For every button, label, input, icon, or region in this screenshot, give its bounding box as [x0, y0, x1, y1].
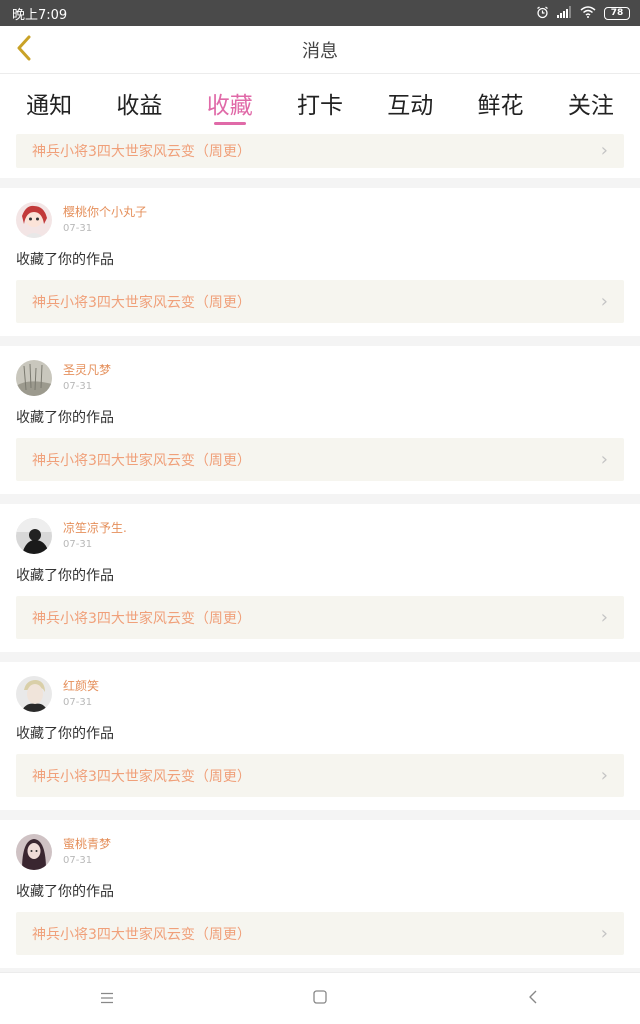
- tab-earnings[interactable]: 收益: [94, 74, 184, 120]
- list-item: 樱桃你个小丸子 07-31 收藏了你的作品 神兵小将3四大世家风云变（周更） ›: [0, 188, 640, 336]
- action-text: 收藏了你的作品: [16, 252, 114, 268]
- work-title: 神兵小将3四大世家风云变（周更）: [32, 144, 251, 160]
- back-arrow-icon: [15, 35, 33, 65]
- tab-favorites[interactable]: 收藏: [185, 74, 275, 125]
- timestamp: 07-31: [63, 539, 93, 550]
- tab-label: 互动: [387, 93, 434, 119]
- work-link[interactable]: 神兵小将3四大世家风云变（周更） ›: [16, 912, 624, 955]
- page-title: 消息: [302, 40, 338, 62]
- status-time: 晚上7:09: [12, 7, 68, 23]
- timestamp: 07-31: [63, 381, 93, 392]
- tab-label: 收藏: [206, 93, 253, 119]
- alarm-icon: [536, 6, 549, 21]
- wifi-icon: [580, 6, 596, 20]
- work-title: 神兵小将3四大世家风云变（周更）: [32, 610, 251, 627]
- tab-label: 打卡: [296, 93, 343, 119]
- list-item: 圣灵凡梦 07-31 收藏了你的作品 神兵小将3四大世家风云变（周更） ›: [0, 346, 640, 494]
- work-title: 神兵小将3四大世家风云变（周更）: [32, 768, 251, 785]
- avatar[interactable]: [16, 202, 52, 238]
- work-link[interactable]: 神兵小将3四大世家风云变（周更） ›: [16, 280, 624, 323]
- tab-bar: 通知 收益 收藏 打卡 互动 鲜花 关注: [0, 74, 640, 130]
- tab-label: 通知: [26, 93, 73, 119]
- action-text: 收藏了你的作品: [16, 884, 114, 900]
- timestamp: 07-31: [63, 223, 93, 234]
- menu-icon: [100, 989, 114, 1008]
- work-title: 神兵小将3四大世家风云变（周更）: [32, 926, 251, 943]
- list-item: 凉笙凉予生. 07-31 收藏了你的作品 神兵小将3四大世家风云变（周更） ›: [0, 504, 640, 652]
- list-item: 蜜桃青梦 07-31 收藏了你的作品 神兵小将3四大世家风云变（周更） ›: [0, 820, 640, 968]
- battery-indicator: 78: [604, 6, 630, 20]
- tab-checkin[interactable]: 打卡: [275, 74, 365, 120]
- work-link[interactable]: 神兵小将3四大世家风云变（周更） ›: [16, 438, 624, 481]
- work-link[interactable]: 神兵小将3四大世家风云变（周更） ›: [16, 754, 624, 797]
- back-button[interactable]: [8, 34, 40, 66]
- menu-button[interactable]: [77, 979, 137, 1019]
- tab-label: 关注: [567, 93, 614, 119]
- tab-flowers[interactable]: 鲜花: [456, 74, 546, 120]
- avatar[interactable]: [16, 518, 52, 554]
- chevron-right-icon: ›: [600, 290, 608, 312]
- work-link[interactable]: 神兵小将3四大世家风云变（周更） ›: [16, 596, 624, 639]
- home-icon: [313, 989, 327, 1008]
- status-bar: 晚上7:09 78: [0, 0, 640, 26]
- avatar[interactable]: [16, 360, 52, 396]
- tab-following[interactable]: 关注: [546, 74, 636, 120]
- work-title: 神兵小将3四大世家风云变（周更）: [32, 452, 251, 469]
- action-text: 收藏了你的作品: [16, 726, 114, 742]
- header: 消息: [0, 26, 640, 74]
- avatar[interactable]: [16, 834, 52, 870]
- timestamp: 07-31: [63, 697, 93, 708]
- username[interactable]: 圣灵凡梦: [63, 361, 111, 379]
- chevron-right-icon: ›: [600, 606, 608, 628]
- username[interactable]: 红颜笑: [63, 677, 99, 695]
- list-item: 神兵小将3四大世家风云变（周更） ›: [0, 130, 640, 178]
- message-list[interactable]: 神兵小将3四大世家风云变（周更） › 樱桃你个小丸子 07-31 收藏了你的作品…: [0, 130, 640, 972]
- tab-label: 收益: [116, 93, 163, 119]
- tab-interaction[interactable]: 互动: [365, 74, 455, 120]
- action-text: 收藏了你的作品: [16, 410, 114, 426]
- back-icon: [528, 989, 538, 1008]
- chevron-right-icon: ›: [600, 140, 608, 161]
- signal-icon: [557, 6, 572, 20]
- home-button[interactable]: [290, 979, 350, 1019]
- chevron-right-icon: ›: [600, 764, 608, 786]
- tab-notifications[interactable]: 通知: [4, 74, 94, 120]
- active-tab-indicator: [213, 122, 246, 125]
- username[interactable]: 樱桃你个小丸子: [63, 203, 147, 221]
- action-text: 收藏了你的作品: [16, 568, 114, 584]
- back-nav-button[interactable]: [503, 979, 563, 1019]
- list-item: 红颜笑 07-31 收藏了你的作品 神兵小将3四大世家风云变（周更） ›: [0, 662, 640, 810]
- username[interactable]: 凉笙凉予生.: [63, 519, 127, 537]
- timestamp: 07-31: [63, 855, 93, 866]
- work-title: 神兵小将3四大世家风云变（周更）: [32, 294, 251, 311]
- avatar[interactable]: [16, 676, 52, 712]
- system-nav-bar: [0, 972, 640, 1024]
- username[interactable]: 蜜桃青梦: [63, 835, 111, 853]
- tab-label: 鲜花: [477, 93, 524, 119]
- chevron-right-icon: ›: [600, 922, 608, 944]
- status-icons: 78: [536, 6, 630, 21]
- chevron-right-icon: ›: [600, 448, 608, 470]
- work-link[interactable]: 神兵小将3四大世家风云变（周更） ›: [16, 134, 624, 168]
